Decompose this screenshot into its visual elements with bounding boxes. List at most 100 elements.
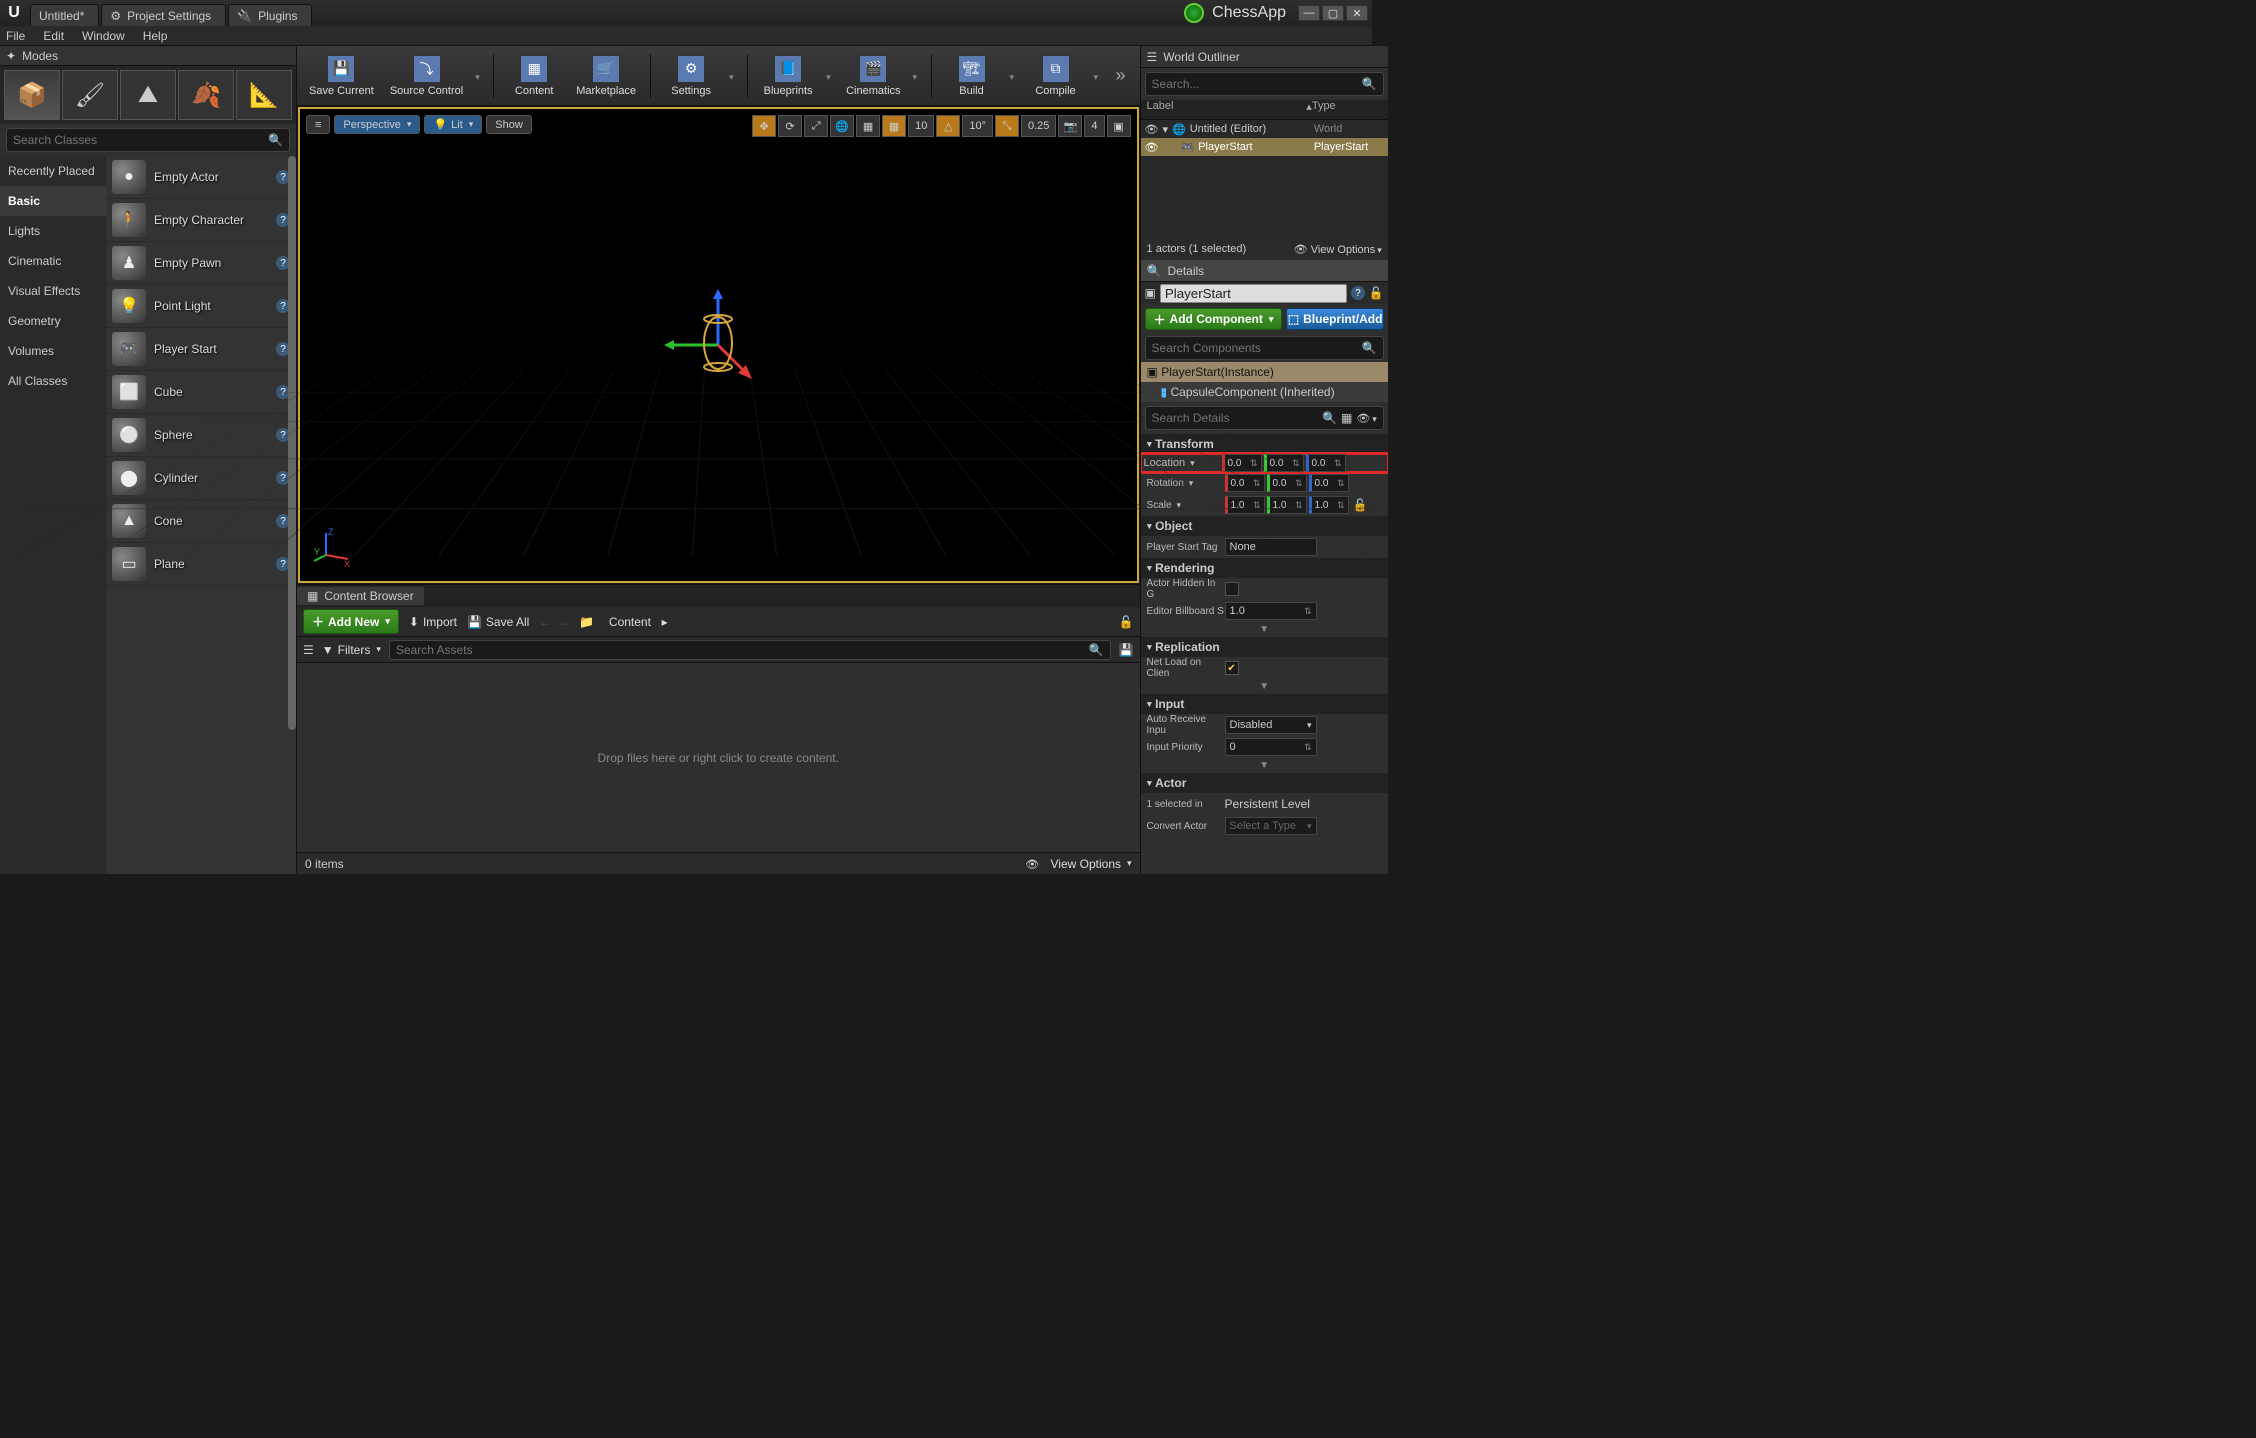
component-row[interactable]: ▣ PlayerStart(Instance)	[1141, 362, 1388, 382]
minimize-button[interactable]: —	[1298, 5, 1320, 21]
property-matrix-icon[interactable]: ▦	[1341, 411, 1352, 425]
landscape-mode-icon[interactable]: ⛰	[120, 70, 176, 120]
save-all-button[interactable]: 💾Save All	[467, 615, 529, 629]
lit-button[interactable]: 💡Lit	[424, 115, 482, 134]
modes-panel-tab[interactable]: ✦ Modes	[0, 46, 296, 66]
component-search[interactable]: 🔍	[1145, 336, 1384, 360]
hidden-checkbox[interactable]	[1225, 582, 1239, 596]
asset-search[interactable]: 🔍	[389, 640, 1111, 660]
net-load-checkbox[interactable]: ✔	[1225, 661, 1239, 675]
section-actor[interactable]: Actor	[1141, 773, 1388, 793]
asset-item[interactable]: 💡Point Light?	[106, 285, 296, 328]
menu-file[interactable]: File	[6, 29, 25, 43]
category-item[interactable]: All Classes	[0, 366, 106, 396]
tab-plugins[interactable]: 🔌Plugins	[228, 4, 312, 26]
category-item[interactable]: Visual Effects	[0, 276, 106, 306]
settings-button[interactable]: ⚙Settings	[659, 48, 723, 104]
component-search-input[interactable]	[1152, 341, 1362, 355]
dropdown-icon[interactable]	[473, 69, 485, 83]
angle-snap-icon[interactable]: △	[936, 115, 960, 137]
asset-item[interactable]: ♟Empty Pawn?	[106, 242, 296, 285]
scale-snap-value[interactable]: 0.25	[1021, 115, 1056, 137]
show-button[interactable]: Show	[486, 115, 532, 134]
blueprint-button[interactable]: ⬚Blueprint/Add	[1286, 308, 1383, 330]
content-browser-body[interactable]: Drop files here or right click to create…	[297, 663, 1140, 852]
visibility-icon[interactable]	[1145, 141, 1159, 154]
view-options-button[interactable]: View Options	[1025, 857, 1131, 871]
camera-speed-value[interactable]: 4	[1084, 115, 1104, 137]
geometry-mode-icon[interactable]: 📐	[236, 70, 292, 120]
perspective-button[interactable]: Perspective	[334, 115, 420, 134]
scale-snap-icon[interactable]: ⤡	[995, 115, 1019, 137]
auto-receive-dropdown[interactable]: Disabled	[1225, 716, 1317, 734]
scale-mode-icon[interactable]: ⤢	[804, 115, 828, 137]
angle-snap-value[interactable]: 10°	[962, 115, 993, 137]
category-item[interactable]: Recently Placed	[0, 156, 106, 186]
input-priority-field[interactable]: 0	[1225, 738, 1317, 756]
dropdown-icon[interactable]	[911, 69, 923, 83]
compile-button[interactable]: ⧉Compile	[1024, 48, 1088, 104]
breadcrumb[interactable]: 📁 Content ▸	[579, 615, 667, 629]
maximize-button[interactable]: ▢	[1322, 5, 1344, 21]
category-item[interactable]: Geometry	[0, 306, 106, 336]
lock-icon[interactable]: 🔓	[1369, 286, 1384, 300]
column-type[interactable]: Type	[1312, 100, 1382, 119]
section-replication[interactable]: Replication	[1141, 637, 1388, 657]
toolbar-overflow-icon[interactable]: »	[1108, 65, 1134, 86]
add-new-button[interactable]: ＋Add New	[303, 609, 399, 634]
category-item[interactable]: Lights	[0, 216, 106, 246]
viewport[interactable]: ≡ Perspective 💡Lit Show ✥ ⟳ ⤢ 🌐 ▦ ▦ 10 △…	[298, 107, 1139, 583]
outliner-row[interactable]: 🎮PlayerStartPlayerStart	[1141, 138, 1388, 156]
rotate-mode-icon[interactable]: ⟳	[778, 115, 802, 137]
world-outliner-tab[interactable]: ☰World Outliner	[1141, 46, 1388, 68]
grid-snap-icon[interactable]: ▦	[882, 115, 906, 137]
source-control-button[interactable]: ⤵Source Control	[384, 48, 469, 104]
translate-mode-icon[interactable]: ✥	[752, 115, 776, 137]
tab-project-settings[interactable]: ⚙Project Settings	[101, 4, 226, 26]
dropdown-icon[interactable]	[1092, 69, 1104, 83]
save-button[interactable]: 💾Save Current	[303, 48, 380, 104]
asset-item[interactable]: 🚶Empty Character?	[106, 199, 296, 242]
dropdown-icon[interactable]	[727, 69, 739, 83]
convert-actor-dropdown[interactable]: Select a Type	[1225, 817, 1317, 835]
camera-speed-icon[interactable]: 📷	[1058, 115, 1082, 137]
back-icon[interactable]: ←	[539, 615, 551, 629]
close-button[interactable]: ✕	[1346, 5, 1368, 21]
marketplace-button[interactable]: 🛒Marketplace	[570, 48, 642, 104]
viewport-menu-button[interactable]: ≡	[306, 115, 330, 134]
place-mode-icon[interactable]: 📦	[4, 70, 60, 120]
billboard-field[interactable]: 1.0	[1225, 602, 1317, 620]
content-browser-tab[interactable]: ▦Content Browser	[297, 587, 424, 605]
category-item[interactable]: Basic	[0, 186, 106, 216]
forward-icon[interactable]: →	[557, 615, 569, 629]
info-icon[interactable]: ?	[1351, 286, 1365, 300]
class-search-input[interactable]	[13, 133, 268, 147]
asset-item[interactable]: ●Empty Actor?	[106, 156, 296, 199]
filters-button[interactable]: ▼Filters	[322, 643, 381, 657]
add-component-button[interactable]: ＋Add Component	[1145, 308, 1283, 330]
view-options-button[interactable]: View Options	[1294, 243, 1382, 256]
class-search[interactable]: 🔍	[6, 128, 290, 152]
asset-item[interactable]: 🎮Player Start?	[106, 328, 296, 371]
content-button[interactable]: ▦Content	[502, 48, 566, 104]
actor-name-field[interactable]	[1160, 284, 1347, 303]
lock-icon[interactable]: 🔓	[1119, 615, 1134, 629]
dropdown-icon[interactable]	[824, 69, 836, 83]
import-button[interactable]: ⬇Import	[409, 615, 457, 629]
maximize-viewport-icon[interactable]: ▣	[1107, 115, 1131, 137]
build-button[interactable]: 🏗Build	[940, 48, 1004, 104]
menu-window[interactable]: Window	[82, 29, 125, 43]
visibility-icon[interactable]	[1145, 123, 1159, 136]
column-label[interactable]: Label	[1147, 100, 1307, 119]
foliage-mode-icon[interactable]: 🍂	[178, 70, 234, 120]
property-view-icon[interactable]	[1356, 411, 1377, 425]
asset-search-input[interactable]	[396, 643, 1089, 657]
menu-edit[interactable]: Edit	[43, 29, 64, 43]
section-input[interactable]: Input	[1141, 694, 1388, 714]
save-search-icon[interactable]: 💾	[1119, 643, 1134, 657]
outliner-row[interactable]: ▾🌐Untitled (Editor)World	[1141, 120, 1388, 138]
outliner-search-input[interactable]	[1152, 77, 1362, 91]
menu-help[interactable]: Help	[143, 29, 168, 43]
details-tab[interactable]: 🔍Details	[1141, 260, 1388, 282]
cinematics-button[interactable]: 🎬Cinematics	[840, 48, 906, 104]
